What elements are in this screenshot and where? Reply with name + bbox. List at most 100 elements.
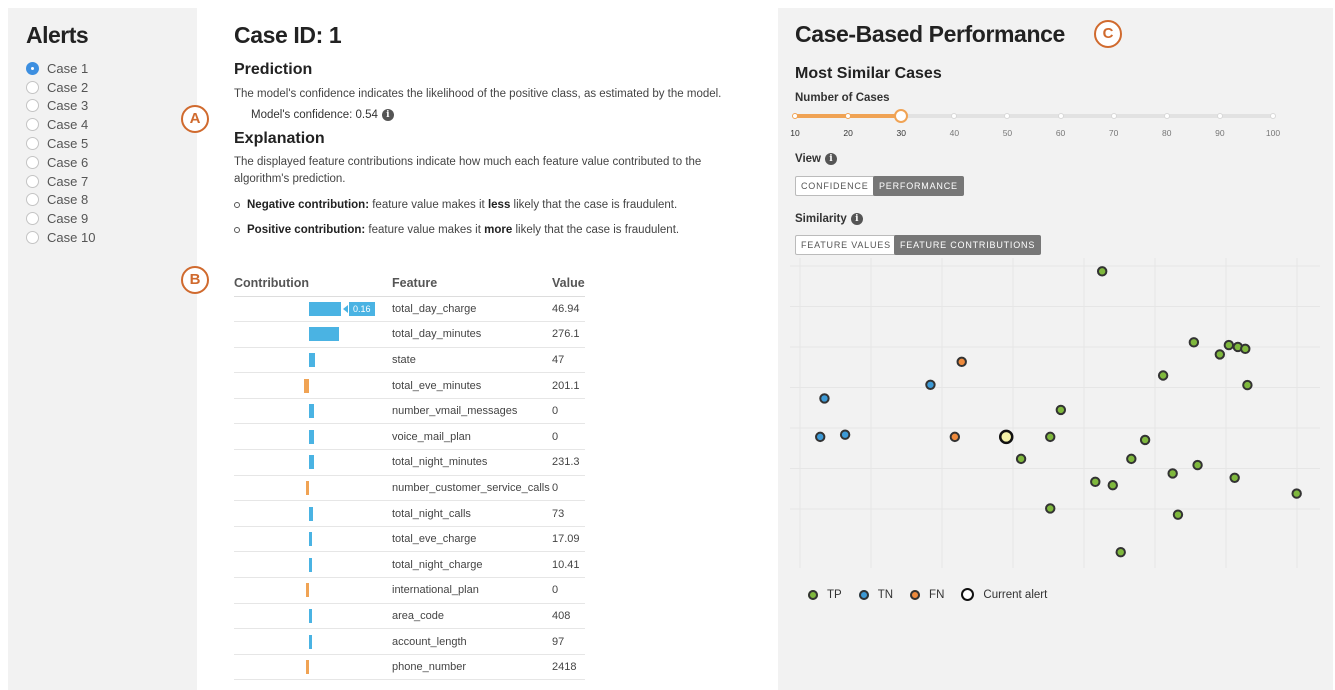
slider-tick[interactable] xyxy=(1004,113,1011,119)
table-row[interactable]: phone_number 2418 xyxy=(234,654,585,681)
point-tn[interactable] xyxy=(815,431,826,443)
table-row[interactable]: voice_mail_plan 0 xyxy=(234,423,585,451)
case-item[interactable]: Case 8 xyxy=(26,191,179,210)
table-row[interactable]: area_code 408 xyxy=(234,603,585,630)
contribution-bar[interactable] xyxy=(309,404,314,419)
point-tp[interactable] xyxy=(1167,468,1178,479)
table-row[interactable]: account_length 97 xyxy=(234,628,585,655)
positive-label: Positive contribution: xyxy=(247,224,366,236)
slider-tick[interactable] xyxy=(1270,113,1276,119)
point-tn[interactable] xyxy=(839,429,851,440)
case-item[interactable]: Case 9 xyxy=(26,209,179,228)
case-item[interactable]: Case 1 xyxy=(26,59,179,78)
number-of-cases-slider[interactable]: 10 20 30 40 50 60 70 80 90 100 xyxy=(790,108,1280,138)
point-tp[interactable] xyxy=(1115,546,1126,558)
slider-handle[interactable] xyxy=(894,109,909,123)
table-row[interactable]: total_night_charge 10.41 xyxy=(234,551,585,579)
similarity-feature-values-button[interactable]: FEATURE VALUES xyxy=(795,235,897,255)
current-alert-point[interactable] xyxy=(998,429,1014,445)
radio-button[interactable] xyxy=(26,80,39,94)
table-row[interactable]: number_vmail_messages 0 xyxy=(234,398,585,425)
case-label: Case 2 xyxy=(47,79,89,95)
similarity-feature-contributions-button[interactable]: FEATURE CONTRIBUTIONS xyxy=(894,235,1042,255)
prediction-heading: Prediction xyxy=(234,61,313,78)
point-tp[interactable] xyxy=(1045,431,1056,443)
point-tp[interactable] xyxy=(1291,488,1302,499)
case-item[interactable]: Case 6 xyxy=(26,153,179,172)
point-tp[interactable] xyxy=(1223,339,1235,351)
case-item[interactable]: Case 10 xyxy=(26,228,179,247)
table-row[interactable]: total_night_minutes 231.3 xyxy=(234,449,585,476)
table-row[interactable]: total_day_minutes 276.1 xyxy=(234,321,585,348)
point-tp[interactable] xyxy=(1126,453,1137,465)
case-item[interactable]: Case 2 xyxy=(26,78,179,97)
view-performance-button[interactable]: PERFORMANCE xyxy=(873,176,964,196)
point-tp[interactable] xyxy=(1096,266,1108,277)
slider-tick[interactable] xyxy=(792,113,798,119)
point-tp[interactable] xyxy=(1192,459,1203,471)
contribution-bar[interactable] xyxy=(309,557,312,572)
radio-button[interactable] xyxy=(26,193,39,207)
point-fn[interactable] xyxy=(949,431,961,443)
point-tp[interactable] xyxy=(1157,370,1169,381)
table-row[interactable]: total_eve_minutes 201.1 xyxy=(234,372,585,399)
contribution-bar[interactable] xyxy=(309,506,313,521)
contribution-bar[interactable] xyxy=(306,660,309,675)
point-tp[interactable] xyxy=(1015,453,1027,465)
contribution-bar[interactable] xyxy=(309,634,312,649)
slider-tick[interactable] xyxy=(951,113,958,119)
point-tp[interactable] xyxy=(1188,337,1200,348)
point-tn[interactable] xyxy=(819,393,830,404)
point-fn[interactable] xyxy=(956,356,967,368)
slider-tick[interactable] xyxy=(1163,113,1170,119)
point-tp[interactable] xyxy=(1139,434,1151,446)
contribution-bar[interactable] xyxy=(309,429,314,444)
point-tp[interactable] xyxy=(1107,480,1118,491)
contribution-bar[interactable] xyxy=(309,352,315,367)
point-tp[interactable] xyxy=(1172,509,1184,520)
contribution-bar[interactable] xyxy=(306,480,309,495)
case-item[interactable]: Case 4 xyxy=(26,115,179,134)
slider-tick[interactable] xyxy=(1216,113,1223,119)
table-row[interactable]: state 47 xyxy=(234,347,585,374)
table-row[interactable]: total_eve_charge 17.09 xyxy=(234,526,585,553)
contribution-bar[interactable] xyxy=(306,583,309,598)
point-tp[interactable] xyxy=(1055,404,1067,416)
point-tp[interactable] xyxy=(1090,476,1101,488)
point-tn[interactable] xyxy=(925,379,936,390)
contribution-bar[interactable] xyxy=(309,327,339,342)
case-item[interactable]: Case 5 xyxy=(26,134,179,153)
point-tp[interactable] xyxy=(1045,503,1056,514)
case-item[interactable]: Case 3 xyxy=(26,97,179,116)
radio-button[interactable] xyxy=(26,155,39,169)
radio-button[interactable] xyxy=(26,231,39,245)
table-row[interactable]: 0.16 total_day_charge 46.94 xyxy=(234,296,585,323)
contribution-bar[interactable] xyxy=(309,455,314,470)
radio-button[interactable] xyxy=(26,137,39,151)
radio-button[interactable] xyxy=(26,99,39,113)
point-tp[interactable] xyxy=(1214,349,1226,360)
info-icon[interactable]: i xyxy=(850,213,863,225)
contribution-bar[interactable] xyxy=(309,301,341,316)
slider-tick[interactable] xyxy=(845,113,852,119)
table-row[interactable]: total_night_calls 73 xyxy=(234,500,585,527)
point-tp[interactable] xyxy=(1242,379,1253,391)
slider-tick[interactable] xyxy=(1057,113,1064,119)
contribution-bar[interactable] xyxy=(309,608,312,623)
info-icon[interactable]: i xyxy=(825,153,837,165)
table-row[interactable]: number_customer_service_calls 0 xyxy=(234,475,585,502)
table-row[interactable]: international_plan 0 xyxy=(234,577,585,604)
positive-pre: feature value makes it xyxy=(368,224,481,236)
info-icon[interactable]: i xyxy=(381,109,394,121)
radio-button[interactable] xyxy=(26,61,39,75)
point-tp[interactable] xyxy=(1240,343,1251,355)
slider-tick[interactable] xyxy=(1110,113,1117,119)
contribution-bar[interactable] xyxy=(309,532,312,547)
contribution-bar[interactable] xyxy=(304,378,309,393)
radio-button[interactable] xyxy=(26,174,39,188)
point-tp[interactable] xyxy=(1229,472,1240,483)
radio-button[interactable] xyxy=(26,118,39,132)
radio-button[interactable] xyxy=(26,212,39,226)
case-item[interactable]: Case 7 xyxy=(26,172,179,191)
view-confidence-button[interactable]: CONFIDENCE xyxy=(795,176,875,196)
